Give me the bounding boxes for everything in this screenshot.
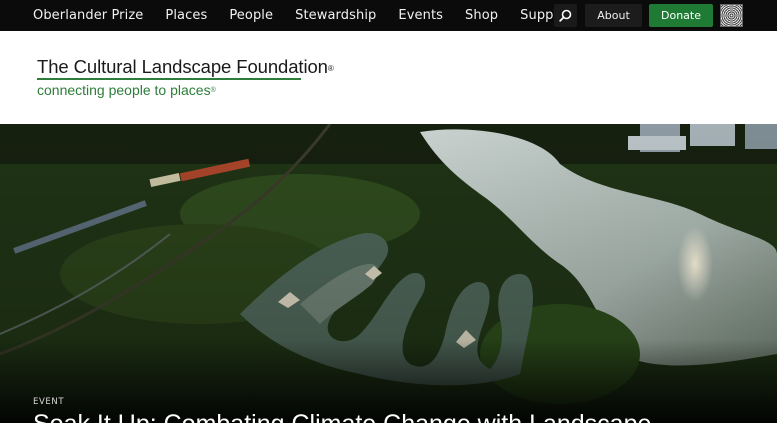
site-logo[interactable]: The Cultural Landscape Foundation® conne…	[37, 57, 334, 98]
nav-item-oberlander-prize[interactable]: Oberlander Prize	[22, 8, 154, 23]
search-icon	[559, 9, 572, 22]
hero-aerial-landscape-image	[0, 124, 777, 423]
fingerprint-thumbnail[interactable]	[720, 4, 743, 27]
search-button[interactable]	[554, 4, 577, 27]
main-menu: Oberlander Prize Places People Stewardship E…	[22, 0, 583, 31]
nav-item-events[interactable]: Events	[387, 8, 454, 23]
site-header: The Cultural Landscape Foundation® conne…	[0, 31, 777, 124]
hero-banner[interactable]: EVENT Soak It Up: Combating Climate Chan…	[0, 124, 777, 423]
hero-category-label: EVENT	[33, 397, 65, 407]
nav-item-places[interactable]: Places	[154, 8, 218, 23]
logo-title: The Cultural Landscape Foundation®	[37, 56, 334, 77]
hero-caption: EVENT Soak It Up: Combating Climate Chan…	[33, 397, 651, 423]
nav-item-stewardship[interactable]: Stewardship	[284, 8, 387, 23]
logo-divider	[37, 78, 301, 80]
donate-button[interactable]: Donate	[649, 4, 713, 27]
nav-item-people[interactable]: People	[218, 8, 284, 23]
nav-item-shop[interactable]: Shop	[454, 8, 509, 23]
about-button[interactable]: About	[585, 4, 642, 27]
hero-title-link[interactable]: Soak It Up: Combating Climate Change wit…	[33, 410, 651, 423]
logo-tagline: connecting people to places®	[37, 81, 216, 98]
top-navigation-bar: Oberlander Prize Places People Stewardship E…	[0, 0, 777, 31]
